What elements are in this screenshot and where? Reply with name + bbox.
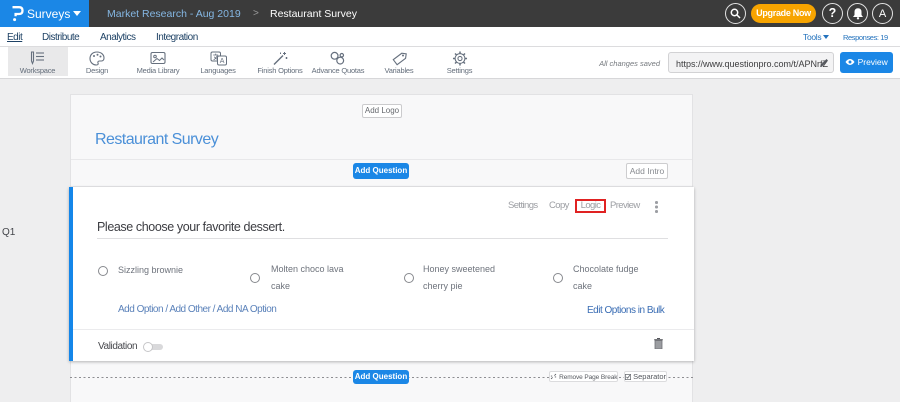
svg-text:A: A [220, 58, 225, 65]
